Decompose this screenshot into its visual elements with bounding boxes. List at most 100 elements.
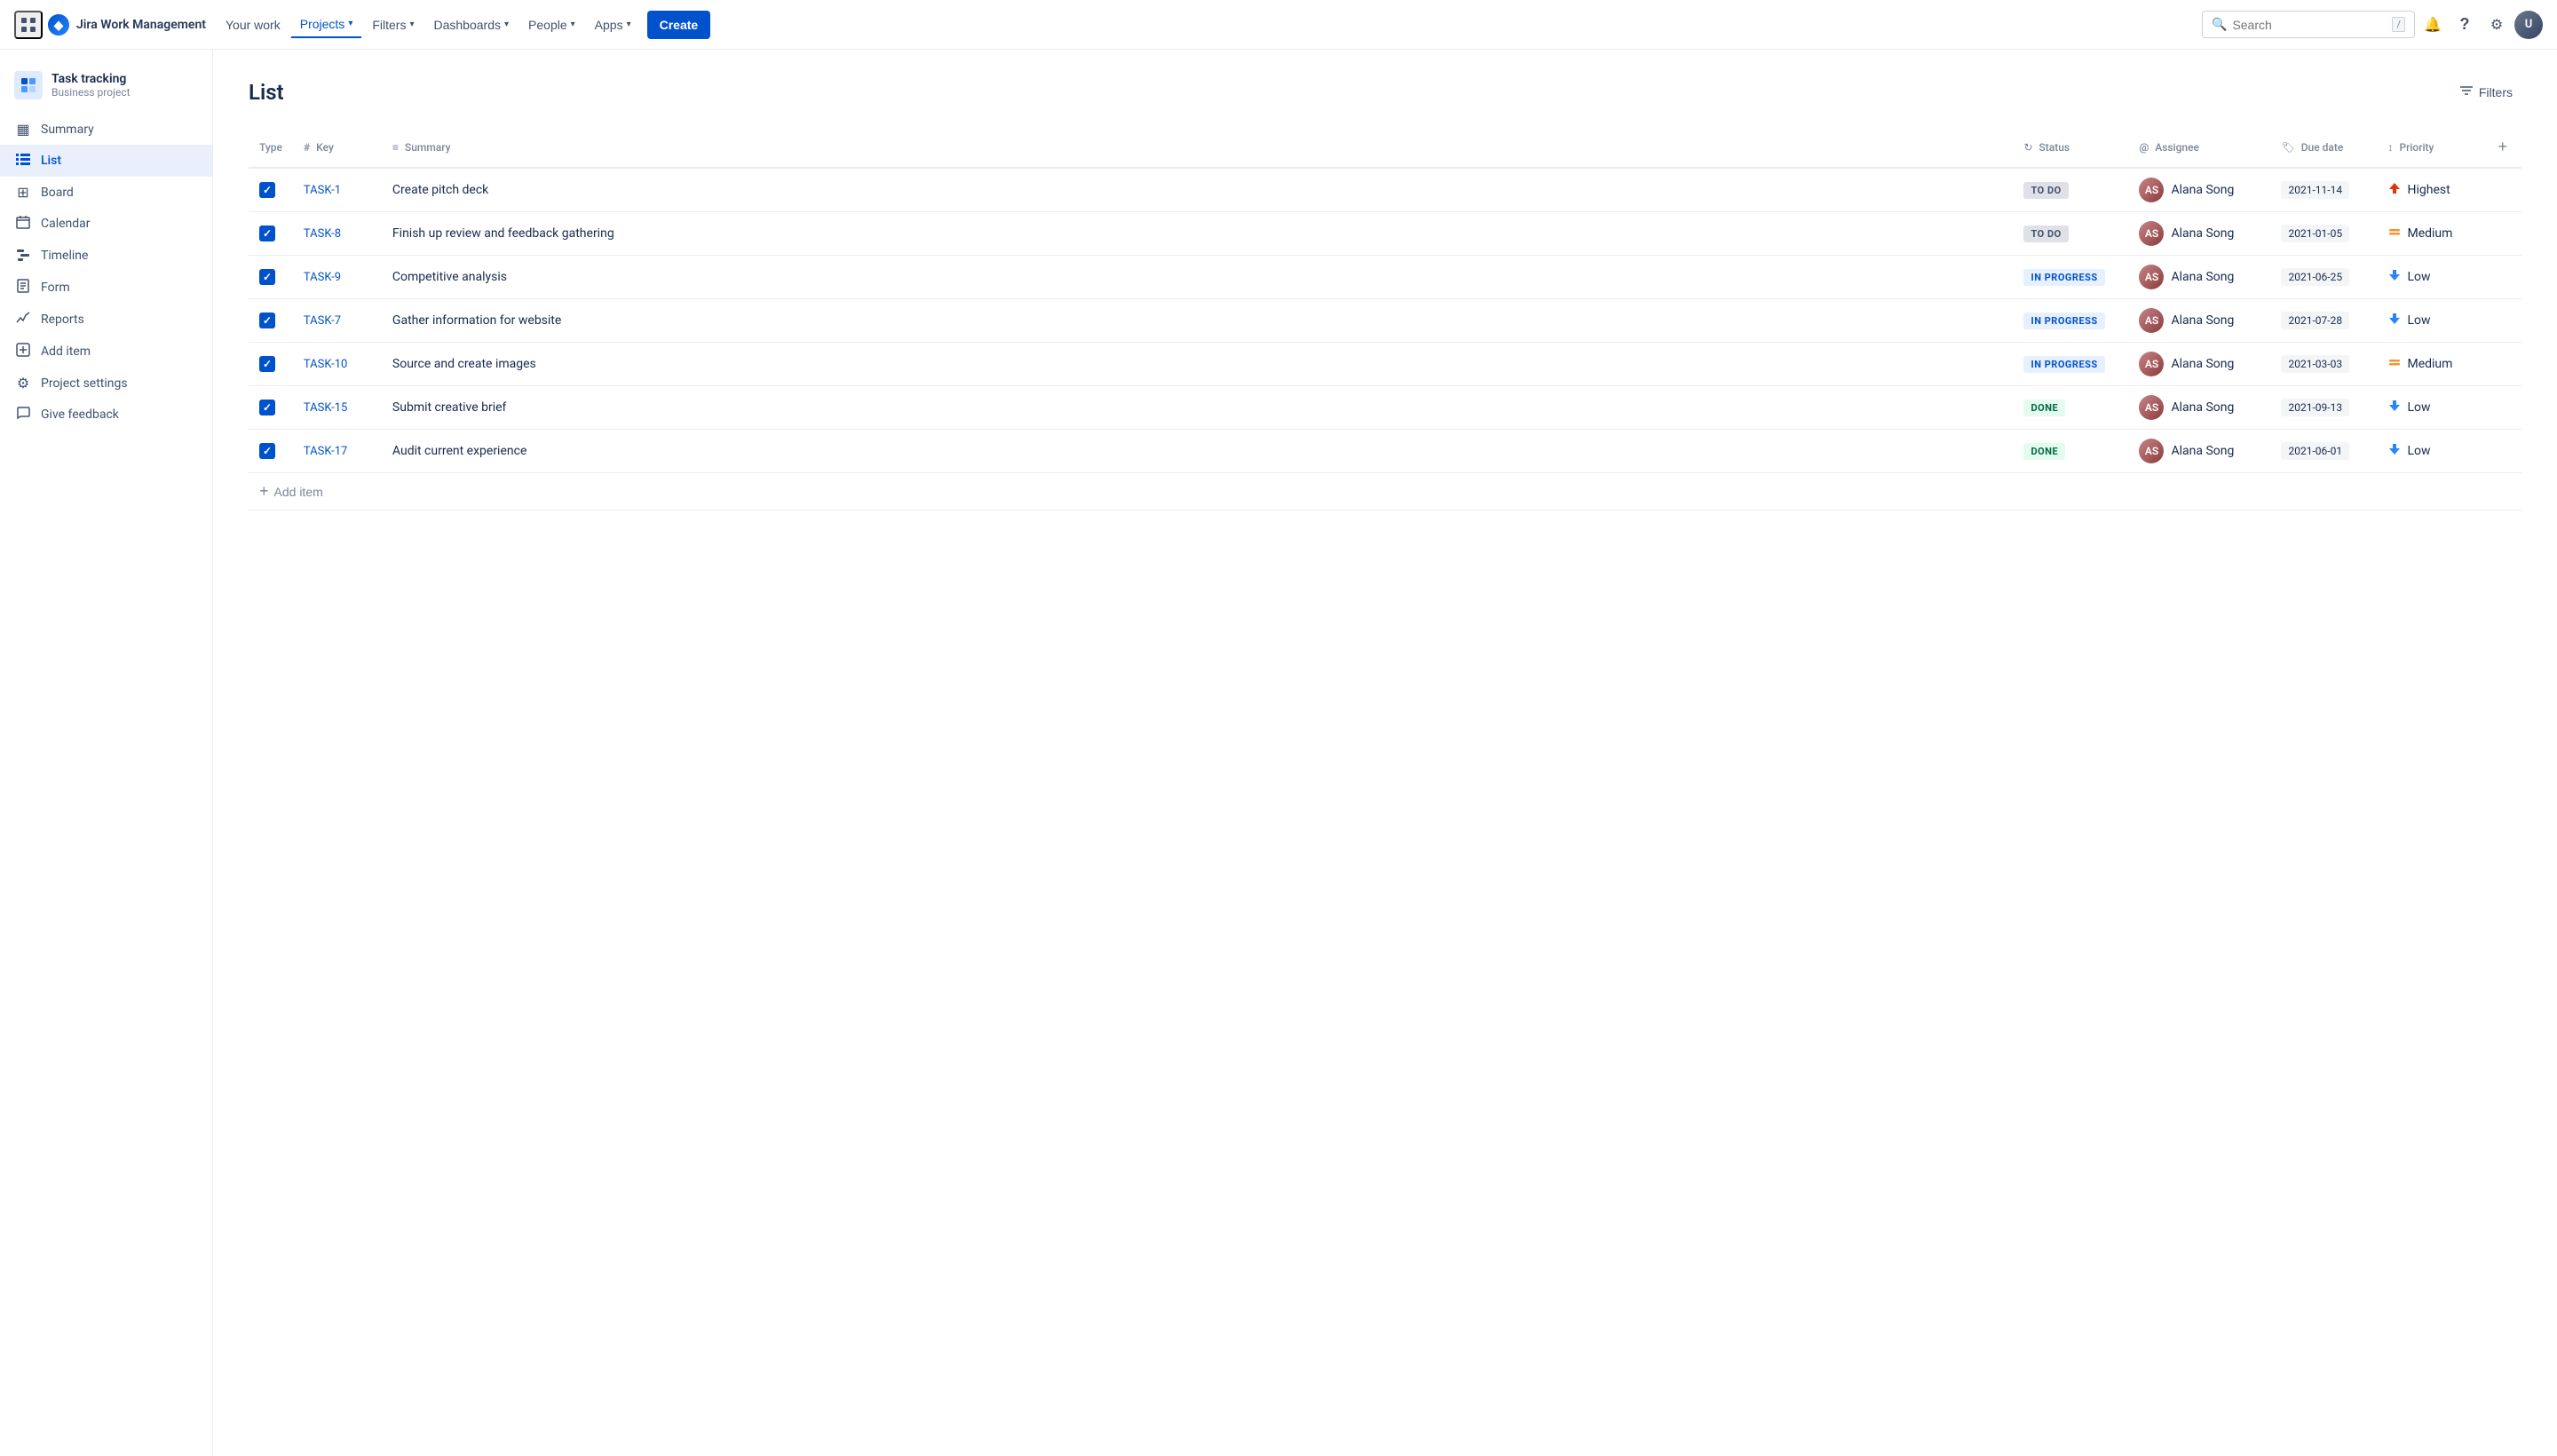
task-checkbox[interactable] <box>259 313 275 328</box>
chevron-down-icon: ▾ <box>627 20 631 29</box>
nav-dashboards[interactable]: Dashboards ▾ <box>425 12 519 37</box>
sidebar-item-reports[interactable]: Reports <box>0 304 212 336</box>
board-icon: ⊞ <box>14 184 32 201</box>
chevron-down-icon: ▾ <box>409 20 414 29</box>
sidebar-item-calendar[interactable]: Calendar <box>0 208 212 240</box>
due-date-badge: 2021-06-25 <box>2281 268 2349 286</box>
help-button[interactable]: ? <box>2450 11 2479 39</box>
task-duedate-cell: 2021-09-13 <box>2270 386 2377 430</box>
task-checkbox[interactable] <box>259 269 275 285</box>
grid-menu-button[interactable] <box>14 11 43 39</box>
task-key[interactable]: TASK-9 <box>304 271 341 284</box>
task-summary-cell: Create pitch deck <box>382 168 2014 212</box>
task-assignee-cell: AS Alana Song <box>2128 256 2270 299</box>
col-header-add[interactable]: + <box>2483 127 2521 168</box>
sidebar-label-summary: Summary <box>41 123 94 137</box>
search-input[interactable] <box>2232 18 2387 32</box>
search-box[interactable]: 🔍 / <box>2202 11 2415 38</box>
task-extra-cell <box>2483 430 2521 473</box>
sidebar-item-board[interactable]: ⊞ Board <box>0 177 212 208</box>
notifications-button[interactable]: 🔔 <box>2418 11 2447 39</box>
project-header: Task tracking Business project <box>0 64 212 107</box>
form-icon <box>14 279 32 297</box>
task-checkbox[interactable] <box>259 182 275 198</box>
task-priority-cell: Low <box>2377 299 2483 343</box>
task-summary-cell: Source and create images <box>382 343 2014 386</box>
task-key[interactable]: TASK-17 <box>304 445 347 458</box>
nav-apps[interactable]: Apps ▾ <box>586 12 640 37</box>
sidebar-label-board: Board <box>41 186 74 200</box>
priority-label: Low <box>2407 313 2430 328</box>
status-badge[interactable]: TO DO <box>2023 226 2068 242</box>
help-icon: ? <box>2460 15 2470 34</box>
sidebar-item-timeline[interactable]: Timeline <box>0 240 212 272</box>
sidebar-item-form[interactable]: Form <box>0 272 212 304</box>
status-badge[interactable]: IN PROGRESS <box>2023 313 2104 329</box>
priority-label: Low <box>2407 444 2430 458</box>
settings-button[interactable]: ⚙ <box>2482 11 2511 39</box>
task-checkbox[interactable] <box>259 226 275 241</box>
task-checkbox[interactable] <box>259 356 275 372</box>
add-item-button[interactable]: + Add item <box>259 482 323 501</box>
priority-highest-icon <box>2387 181 2402 199</box>
duedate-col-icon: 🏷 <box>2281 141 2294 154</box>
sidebar-label-form: Form <box>41 281 70 295</box>
task-key[interactable]: TASK-10 <box>304 358 347 371</box>
status-badge[interactable]: IN PROGRESS <box>2023 356 2104 373</box>
task-priority-cell: Low <box>2377 386 2483 430</box>
task-key[interactable]: TASK-1 <box>304 184 341 197</box>
user-avatar[interactable]: U <box>2514 11 2543 39</box>
sidebar-label-add-item: Add item <box>41 344 91 359</box>
assignee-avatar: AS <box>2139 395 2164 420</box>
task-status-cell: TO DO <box>2013 168 2128 212</box>
status-badge[interactable]: DONE <box>2023 443 2065 460</box>
task-summary: Gather information for website <box>392 313 561 328</box>
status-badge[interactable]: DONE <box>2023 400 2065 416</box>
task-checkbox[interactable] <box>259 443 275 459</box>
grid-icon <box>20 16 37 34</box>
app-name: Jira Work Management <box>76 18 206 32</box>
task-priority-cell: Medium <box>2377 212 2483 256</box>
summary-col-icon: ≡ <box>392 141 399 154</box>
status-badge[interactable]: TO DO <box>2023 182 2068 199</box>
add-item-row: + Add item <box>249 473 2521 510</box>
task-type-cell <box>249 430 293 473</box>
sidebar-item-give-feedback[interactable]: Give feedback <box>0 399 212 431</box>
nav-people[interactable]: People ▾ <box>519 12 584 37</box>
priority-low-icon <box>2387 268 2402 286</box>
task-key[interactable]: TASK-15 <box>304 401 347 415</box>
assignee-avatar: AS <box>2139 221 2164 246</box>
task-key-cell: TASK-7 <box>293 299 382 343</box>
create-button[interactable]: Create <box>647 11 711 39</box>
bell-icon: 🔔 <box>2424 16 2442 34</box>
task-duedate-cell: 2021-03-03 <box>2270 343 2377 386</box>
task-key[interactable]: TASK-7 <box>304 314 341 328</box>
sidebar-item-project-settings[interactable]: ⚙ Project settings <box>0 368 212 399</box>
status-badge[interactable]: IN PROGRESS <box>2023 269 2104 286</box>
nav-your-work[interactable]: Your work <box>217 12 289 37</box>
task-status-cell: DONE <box>2013 430 2128 473</box>
filters-button[interactable]: Filters <box>2450 78 2521 106</box>
sidebar-item-summary[interactable]: ▦ Summary <box>0 114 212 145</box>
priority-medium-icon <box>2387 225 2402 242</box>
chevron-down-icon: ▾ <box>504 20 509 29</box>
sidebar-item-list[interactable]: List <box>0 145 212 177</box>
col-header-summary: ≡ Summary <box>382 127 2014 168</box>
sidebar-item-add-item[interactable]: Add item <box>0 336 212 368</box>
due-date-badge: 2021-03-03 <box>2281 355 2349 373</box>
chevron-down-icon: ▾ <box>571 20 575 29</box>
task-extra-cell <box>2483 212 2521 256</box>
nav-projects[interactable]: Projects ▾ <box>291 12 362 38</box>
nav-filters[interactable]: Filters ▾ <box>363 12 423 37</box>
task-checkbox[interactable] <box>259 400 275 415</box>
col-header-key: # Key <box>293 127 382 168</box>
assignee-avatar: AS <box>2139 439 2164 463</box>
table-row: TASK-10 Source and create images IN PROG… <box>249 343 2521 386</box>
task-type-cell <box>249 386 293 430</box>
project-name: Task tracking <box>51 72 131 86</box>
task-key[interactable]: TASK-8 <box>304 227 341 241</box>
add-column-button[interactable]: + <box>2494 134 2511 160</box>
task-type-cell <box>249 256 293 299</box>
page-title: List <box>249 80 284 105</box>
app-logo[interactable]: Jira Work Management <box>46 12 206 37</box>
